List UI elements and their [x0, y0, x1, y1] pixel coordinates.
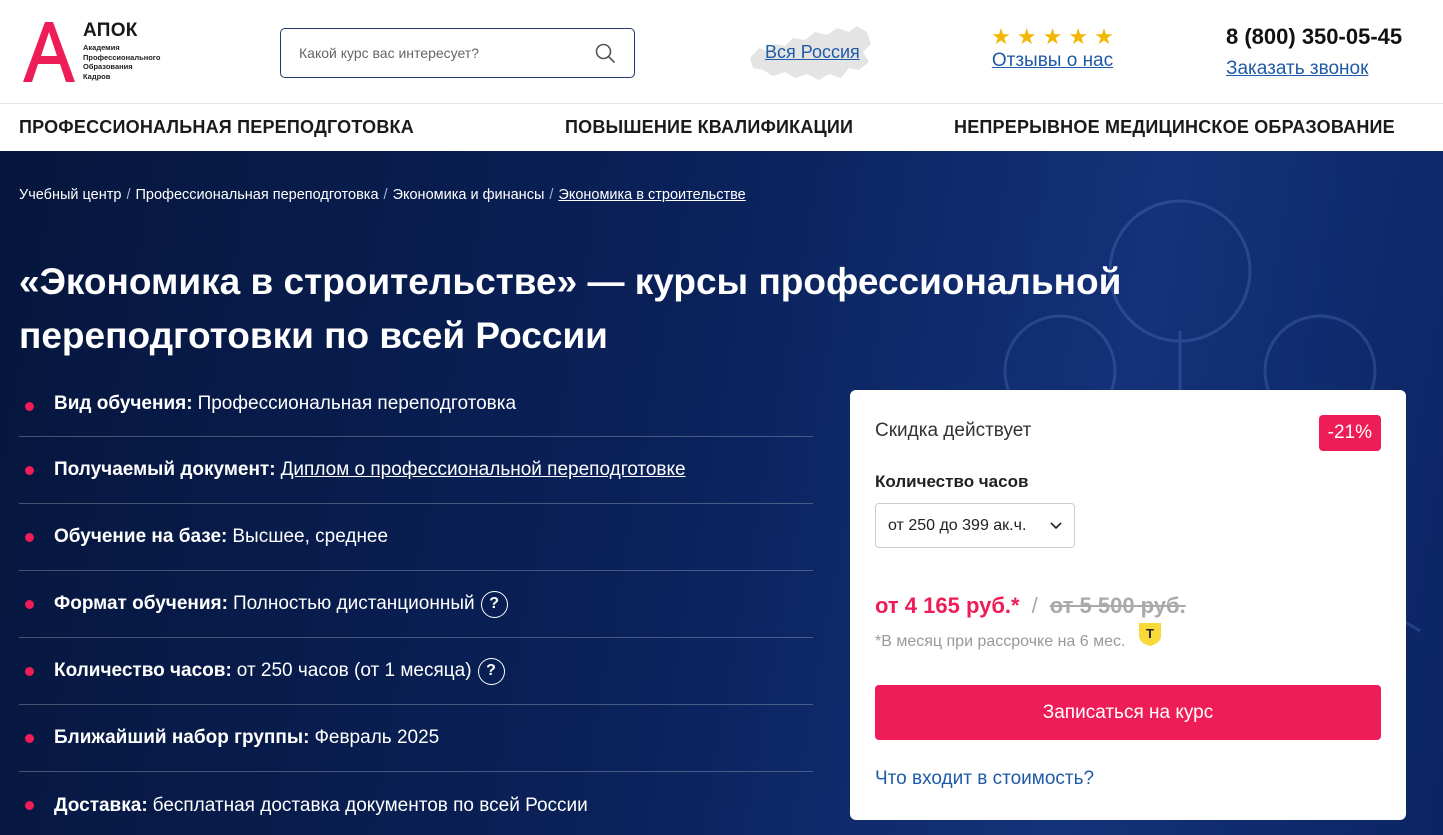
- document-link[interactable]: Диплом о профессиональной переподготовке: [281, 459, 686, 481]
- nav-item-retraining[interactable]: ПРОФЕССИОНАЛЬНАЯ ПЕРЕПОДГОТОВКА: [19, 117, 414, 138]
- main-nav: ПРОФЕССИОНАЛЬНАЯ ПЕРЕПОДГОТОВКА ПОВЫШЕНИ…: [0, 104, 1443, 151]
- callback-link[interactable]: Заказать звонок: [1226, 58, 1402, 80]
- price-old: от 5 500 руб.: [1049, 593, 1186, 618]
- breadcrumb: Учебный центр / Профессиональная переподго…: [19, 187, 746, 203]
- logo-name: АПОК: [83, 20, 138, 41]
- discount-label: Скидка действует: [875, 420, 1032, 441]
- logo-letter-icon: [23, 22, 75, 82]
- breadcrumb-item[interactable]: Экономика и финансы: [393, 187, 545, 203]
- list-item: Формат обучения: Полностью дистанционный…: [19, 571, 813, 638]
- breadcrumb-item[interactable]: Учебный центр: [19, 187, 121, 203]
- course-features: Вид обучения: Профессиональная переподго…: [19, 371, 813, 835]
- hours-select[interactable]: от 250 до 399 ак.ч.: [875, 503, 1075, 548]
- region-link[interactable]: Вся Россия: [765, 42, 860, 63]
- site-header: АПОК Академия Профессионального Образова…: [0, 0, 1443, 104]
- star-icon: ★: [991, 24, 1011, 49]
- chevron-down-icon: [1050, 521, 1062, 529]
- bullet-icon: [25, 801, 34, 810]
- star-icon: ★: [1068, 24, 1089, 49]
- price-row: от 4 165 руб.* / от 5 500 руб.: [875, 593, 1186, 618]
- list-item: Ближайший набор группы: Февраль 2025: [19, 705, 813, 772]
- svg-text:T: T: [1146, 626, 1154, 641]
- logo[interactable]: АПОК Академия Профессионального Образова…: [19, 18, 160, 84]
- breadcrumb-item[interactable]: Профессиональная переподготовка: [135, 187, 378, 203]
- bullet-icon: [25, 465, 34, 475]
- tinkoff-badge-icon: T: [1139, 623, 1162, 646]
- star-icon: ★: [1042, 24, 1063, 49]
- region-selector: Вся Россия: [745, 18, 875, 86]
- page-title: «Экономика в строительстве» — курсы проф…: [19, 261, 1122, 356]
- list-item: Получаемый документ: Диплом о профессион…: [19, 437, 813, 504]
- search-box: [280, 28, 635, 78]
- hours-label: Количество часов: [875, 472, 1029, 491]
- bullet-icon: [25, 532, 34, 542]
- bullet-icon: [25, 402, 34, 411]
- list-item: Количество часов: от 250 часов (от 1 мес…: [19, 638, 813, 705]
- whats-included-link[interactable]: Что входит в стоимость?: [875, 768, 1094, 790]
- bullet-icon: [25, 666, 34, 676]
- rating-stars: ★ ★ ★ ★ ★: [985, 26, 1120, 48]
- star-icon: ★: [1016, 24, 1037, 49]
- reviews-link[interactable]: Отзывы о нас: [992, 50, 1113, 71]
- contacts: 8 (800) 350-05-45 Заказать звонок: [1226, 24, 1402, 80]
- bullet-icon: [25, 599, 34, 609]
- price-card: Скидка действует -21% Количество часов о…: [850, 390, 1406, 820]
- reviews-block: ★ ★ ★ ★ ★ Отзывы о нас: [985, 26, 1120, 72]
- price-new: от 4 165 руб.*: [875, 593, 1020, 618]
- logo-subtitle: Академия Профессионального Образования К…: [83, 43, 161, 81]
- help-icon[interactable]: ?: [480, 590, 508, 618]
- list-item: Доставка: бесплатная доставка документов…: [19, 772, 813, 835]
- star-icon: ★: [1094, 24, 1114, 49]
- help-icon[interactable]: ?: [477, 657, 505, 685]
- list-item: Вид обучения: Профессиональная переподго…: [19, 371, 813, 437]
- search-icon[interactable]: [594, 42, 616, 64]
- breadcrumb-current[interactable]: Экономика в строительстве: [558, 187, 745, 203]
- list-item: Обучение на базе: Высшее, среднее: [19, 504, 813, 571]
- hero-section: Учебный центр / Профессиональная переподго…: [0, 151, 1443, 835]
- enroll-button[interactable]: Записаться на курс: [875, 685, 1381, 740]
- discount-badge: -21%: [1318, 415, 1381, 451]
- nav-item-qualification[interactable]: ПОВЫШЕНИЕ КВАЛИФИКАЦИИ: [565, 117, 853, 138]
- nav-item-medical-education[interactable]: НЕПРЕРЫВНОЕ МЕДИЦИНСКОЕ ОБРАЗОВАНИЕ: [954, 117, 1395, 138]
- installment-note: *В месяц при рассрочке на 6 мес. T: [875, 623, 1163, 651]
- search-input[interactable]: [299, 45, 594, 61]
- phone-number[interactable]: 8 (800) 350-05-45: [1226, 24, 1402, 50]
- bullet-icon: [25, 733, 34, 743]
